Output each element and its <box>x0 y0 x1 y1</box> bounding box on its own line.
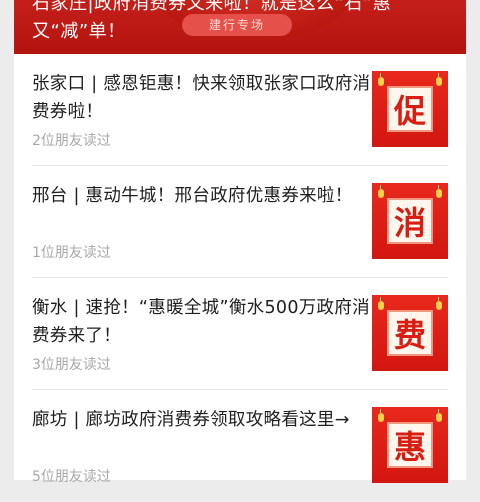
read-count: 3位朋友读过 <box>32 357 111 373</box>
thumbnail-char: 消 <box>389 200 431 242</box>
header-banner[interactable]: 石家庄|政府消费券又来啦！就是这么“石”惠又“减”单！ 建行专场 <box>14 0 466 54</box>
article-title[interactable]: 衡水 | 速抢！“惠暖全城”衡水500万政府消费券来了！ <box>32 294 372 350</box>
list-item[interactable]: 邢台 | 惠动牛城！邢台政府优惠券来啦！ 1位朋友读过 消 <box>14 166 466 278</box>
lantern-icon <box>378 73 384 86</box>
article-thumbnail[interactable]: 促 <box>372 71 448 147</box>
lantern-icon <box>378 409 384 422</box>
list-item[interactable]: 衡水 | 速抢！“惠暖全城”衡水500万政府消费券来了！ 3位朋友读过 费 <box>14 278 466 390</box>
article-title[interactable]: 邢台 | 惠动牛城！邢台政府优惠券来啦！ <box>32 182 372 210</box>
banner-tag: 建行专场 <box>182 14 292 36</box>
lantern-icon <box>378 185 384 198</box>
list-item[interactable]: 廊坊 | 廊坊政府消费券领取攻略看这里→ 5位朋友读过 惠 <box>14 390 466 502</box>
read-count: 1位朋友读过 <box>32 245 111 261</box>
article-thumbnail[interactable]: 消 <box>372 183 448 259</box>
thumbnail-char: 促 <box>389 88 431 130</box>
article-thumbnail[interactable]: 费 <box>372 295 448 371</box>
thumbnail-char: 惠 <box>389 424 431 466</box>
read-count: 2位朋友读过 <box>32 133 111 149</box>
lantern-icon <box>378 297 384 310</box>
lantern-icon <box>436 185 442 198</box>
lantern-icon <box>436 73 442 86</box>
article-thumbnail[interactable]: 惠 <box>372 407 448 483</box>
article-list: 张家口 | 感恩钜惠！快来领取张家口政府消费券啦！ 2位朋友读过 促 邢台 | … <box>14 54 466 485</box>
article-title[interactable]: 张家口 | 感恩钜惠！快来领取张家口政府消费券啦！ <box>32 70 372 126</box>
list-item[interactable]: 张家口 | 感恩钜惠！快来领取张家口政府消费券啦！ 2位朋友读过 促 <box>14 54 466 166</box>
lantern-icon <box>436 297 442 310</box>
read-count: 5位朋友读过 <box>32 469 111 485</box>
article-title[interactable]: 廊坊 | 廊坊政府消费券领取攻略看这里→ <box>32 406 372 434</box>
lantern-icon <box>436 409 442 422</box>
thumbnail-char: 费 <box>389 312 431 354</box>
